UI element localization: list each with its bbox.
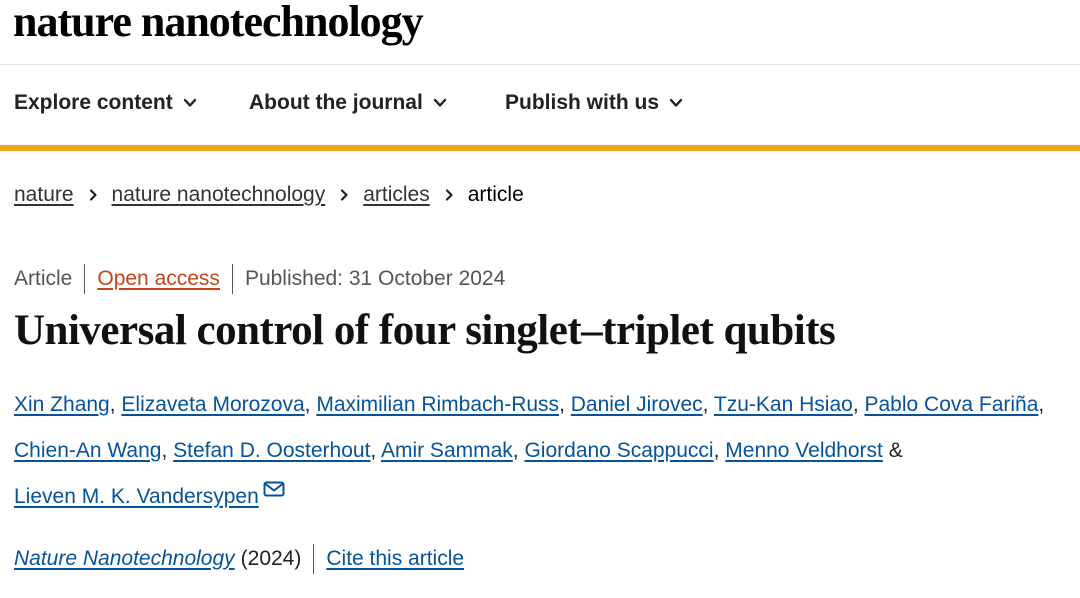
article-type: Article: [14, 267, 73, 290]
nav-about-the-journal-label: About the journal: [249, 91, 423, 114]
author-separator: ,: [161, 439, 174, 462]
author-link[interactable]: Menno Veldhorst: [725, 439, 883, 462]
author-separator: ,: [1038, 393, 1045, 416]
chevron-down-icon: [183, 98, 196, 107]
main-nav: Explore content About the journal Publis…: [0, 65, 1080, 151]
author-link[interactable]: Stefan D. Oosterhout: [173, 439, 370, 462]
author-link[interactable]: Xin Zhang: [14, 393, 110, 416]
author-separator: ,: [702, 393, 714, 416]
chevron-right-icon: [341, 189, 348, 201]
author-separator: ,: [559, 393, 571, 416]
chevron-right-icon: [445, 189, 453, 201]
author-list: Xin Zhang, Elizaveta Morozova, Maximilia…: [14, 382, 1064, 520]
author-link[interactable]: Chien-An Wang: [14, 439, 161, 462]
author-link[interactable]: Elizaveta Morozova: [121, 393, 304, 416]
nav-explore-content[interactable]: Explore content: [14, 91, 197, 115]
chevron-right-icon: [89, 189, 97, 201]
published-date: Published: 31 October 2024: [244, 267, 506, 290]
author-separator: ,: [512, 439, 525, 462]
citation-line: Nature Nanotechnology (2024) Cite this a…: [14, 544, 464, 574]
breadcrumb: nature nature nanotechnology articles ar…: [14, 183, 524, 207]
chevron-down-icon: [669, 98, 683, 107]
cite-divider: [313, 544, 315, 574]
author-last-joiner: &: [888, 439, 903, 462]
author-separator: ,: [713, 439, 726, 462]
author-separator: ,: [109, 393, 122, 416]
breadcrumb-link-nature[interactable]: nature: [14, 183, 74, 207]
author-link[interactable]: Tzu-Kan Hsiao: [714, 393, 853, 416]
author-separator: ,: [304, 393, 317, 416]
article-title: Universal control of four singlet–triple…: [14, 307, 836, 354]
author-link[interactable]: Daniel Jirovec: [571, 393, 703, 416]
nav-publish-with-us-label: Publish with us: [505, 91, 660, 114]
author-separator: ,: [370, 439, 381, 462]
journal-logo[interactable]: nature nanotechnology: [13, 0, 424, 50]
author-link[interactable]: Amir Sammak: [381, 439, 513, 462]
nav-about-the-journal[interactable]: About the journal: [249, 91, 447, 115]
mail-icon[interactable]: [263, 481, 285, 497]
open-access-link[interactable]: Open access: [97, 267, 220, 291]
cite-this-article-link[interactable]: Cite this article: [326, 547, 464, 571]
author-link[interactable]: Pablo Cova Fariña: [864, 393, 1038, 416]
publication-year: (2024): [240, 547, 302, 570]
journal-link[interactable]: Nature Nanotechnology: [14, 547, 235, 571]
breadcrumb-current: article: [467, 183, 524, 206]
meta-divider: [231, 264, 233, 294]
breadcrumb-link-articles[interactable]: articles: [363, 183, 430, 207]
chevron-down-icon: [433, 98, 447, 107]
meta-divider: [84, 264, 86, 294]
author-link[interactable]: Maximilian Rimbach-Russ: [316, 393, 559, 416]
corresponding-author-link[interactable]: Lieven M. K. Vandersypen: [14, 485, 259, 508]
author-separator: ,: [852, 393, 865, 416]
author-link[interactable]: Giordano Scappucci: [524, 439, 713, 462]
nav-publish-with-us[interactable]: Publish with us: [505, 91, 683, 115]
masthead: nature nanotechnology: [0, 0, 1080, 65]
article-meta: Article Open access Published: 31 Octobe…: [14, 264, 505, 294]
nav-explore-content-label: Explore content: [14, 91, 173, 114]
breadcrumb-link-nature-nanotechnology[interactable]: nature nanotechnology: [112, 183, 326, 207]
